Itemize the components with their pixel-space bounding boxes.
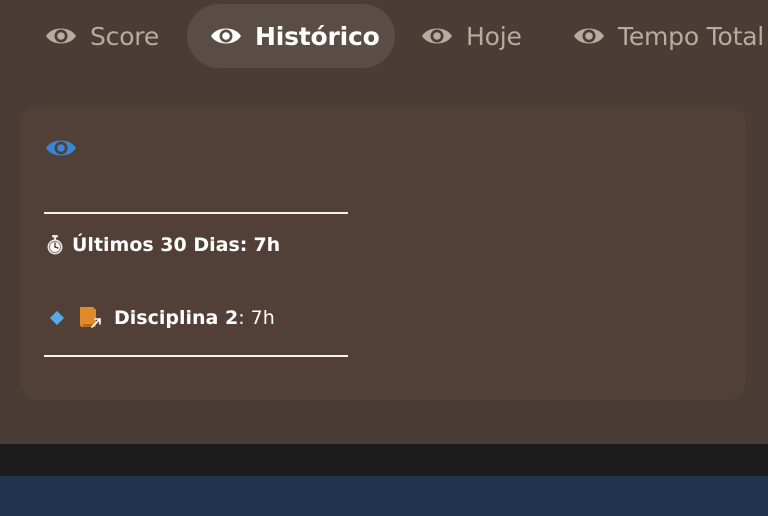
tab-hoje[interactable]: Hoje (420, 4, 522, 68)
bottom-bar (0, 476, 768, 516)
tab-label: Score (90, 21, 160, 51)
divider (44, 212, 348, 214)
tab-label: Tempo Total (618, 21, 765, 51)
eye-icon[interactable] (44, 137, 78, 159)
discipline-row: Disciplina 2 : 7h (46, 305, 275, 331)
tab-bar: Score Histórico Hoje Tempo Total (0, 0, 768, 72)
history-card: Últimos 30 Dias: 7h Disciplina 2 : 7h (20, 106, 746, 400)
discipline-label: Disciplina 2 (114, 307, 239, 329)
book-link-icon (80, 307, 101, 328)
divider (44, 355, 348, 357)
diamond-icon (49, 310, 65, 326)
tab-tempo-total[interactable]: Tempo Total (572, 4, 764, 68)
total-time-row: Últimos 30 Dias: 7h (46, 234, 280, 256)
eye-icon (422, 28, 452, 44)
eye-icon (46, 28, 76, 44)
tab-label: Hoje (466, 21, 522, 51)
main-panel: Score Histórico Hoje Tempo Total Últimos… (0, 0, 768, 444)
tab-score[interactable]: Score (44, 4, 159, 68)
stopwatch-icon (47, 235, 63, 255)
discipline-value: : 7h (238, 307, 275, 329)
total-label: Últimos 30 Dias: (72, 234, 248, 256)
total-value: 7h (253, 234, 281, 256)
tab-historico[interactable]: Histórico (187, 4, 395, 68)
dark-strip (0, 444, 768, 476)
app-window: Score Histórico Hoje Tempo Total Últimos… (0, 0, 768, 516)
tab-label: Histórico (255, 21, 380, 51)
eye-icon (211, 28, 241, 44)
eye-icon (574, 28, 604, 44)
